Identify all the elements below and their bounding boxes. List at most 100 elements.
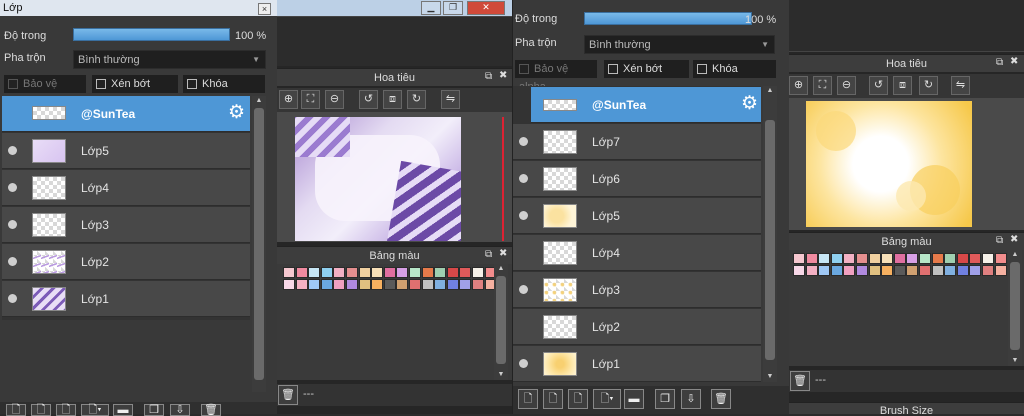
- lock-checkbox[interactable]: Khóa: [693, 60, 776, 78]
- flip-horizontal-icon[interactable]: ⇋: [441, 90, 460, 109]
- trash-icon[interactable]: 🗑: [201, 404, 221, 416]
- fit-screen-icon[interactable]: ⛶: [813, 76, 832, 95]
- color-swatch[interactable]: [396, 279, 409, 290]
- color-swatch[interactable]: [982, 253, 994, 264]
- color-swatch[interactable]: [793, 265, 805, 276]
- undock-icon[interactable]: ⧉: [996, 235, 1003, 246]
- zoom-in-icon[interactable]: ⊕: [279, 90, 298, 109]
- color-swatch[interactable]: [472, 279, 484, 290]
- opacity-slider[interactable]: [73, 28, 230, 41]
- color-swatch[interactable]: [856, 253, 868, 264]
- color-swatch[interactable]: [358, 279, 371, 290]
- zoom-out-icon[interactable]: ⊖: [837, 76, 856, 95]
- color-swatch[interactable]: [346, 267, 358, 278]
- palette-scrollbar[interactable]: ▲ ▼: [1008, 250, 1022, 366]
- layer-row[interactable]: Lớp3: [2, 207, 250, 243]
- color-swatch[interactable]: [295, 279, 308, 290]
- layer-row[interactable]: Lớp2: [2, 244, 250, 280]
- color-swatch[interactable]: [358, 267, 371, 278]
- reset-view-icon[interactable]: ⧈: [383, 90, 402, 109]
- color-swatch[interactable]: [856, 265, 868, 276]
- scroll-up-icon[interactable]: ▲: [494, 264, 508, 274]
- color-swatch[interactable]: [881, 265, 894, 276]
- color-swatch[interactable]: [868, 253, 881, 264]
- clipping-checkbox[interactable]: Xén bớt: [92, 75, 178, 93]
- color-swatch[interactable]: [906, 253, 919, 264]
- color-swatch[interactable]: [906, 265, 919, 276]
- color-swatch[interactable]: [969, 253, 982, 264]
- layer-row[interactable]: Lớp3: [513, 272, 761, 308]
- duplicate-layer-button[interactable]: ❐: [655, 389, 675, 409]
- zoom-out-icon[interactable]: ⊖: [325, 90, 344, 109]
- rotate-right-icon[interactable]: ↻: [919, 76, 938, 95]
- undock-icon[interactable]: ⧉: [996, 57, 1003, 68]
- layer-row[interactable]: @SunTea ⚙: [2, 96, 250, 132]
- layer-row[interactable]: Lớp4: [2, 170, 250, 206]
- color-swatch[interactable]: [459, 279, 472, 290]
- color-swatch[interactable]: [308, 267, 321, 278]
- blend-mode-select[interactable]: Bình thường ▼: [584, 35, 775, 54]
- scroll-thumb[interactable]: [1010, 262, 1020, 350]
- color-swatch[interactable]: [283, 279, 295, 290]
- add-layer-menu-button[interactable]: 🗋▾: [593, 389, 621, 409]
- fit-screen-icon[interactable]: ⛶: [301, 90, 320, 109]
- palette-scrollbar[interactable]: ▲ ▼: [494, 264, 508, 380]
- protect-alpha-checkbox[interactable]: Bảo vệ alpha: [4, 75, 86, 108]
- layer-scrollbar[interactable]: ▲: [252, 96, 266, 392]
- color-swatch[interactable]: [818, 265, 831, 276]
- canvas-preview[interactable]: [295, 117, 461, 241]
- visibility-icon[interactable]: [8, 183, 17, 192]
- new-layer-button[interactable]: 🗋: [568, 389, 588, 409]
- color-swatch[interactable]: [421, 279, 434, 290]
- color-swatch[interactable]: [283, 267, 295, 278]
- color-swatch[interactable]: [320, 267, 333, 278]
- canvas-preview[interactable]: [806, 101, 972, 227]
- trash-icon[interactable]: 🗑: [278, 385, 298, 405]
- color-swatch[interactable]: [434, 279, 447, 290]
- rotate-left-icon[interactable]: ↺: [869, 76, 888, 95]
- close-window-button[interactable]: ✕: [467, 1, 505, 15]
- color-swatch[interactable]: [830, 253, 843, 264]
- new-layer-button[interactable]: 🗋: [56, 404, 76, 416]
- visibility-icon[interactable]: [519, 137, 528, 146]
- visibility-icon[interactable]: [519, 359, 528, 368]
- color-swatch[interactable]: [919, 265, 931, 276]
- color-swatch[interactable]: [843, 265, 856, 276]
- color-swatch[interactable]: [881, 253, 894, 264]
- merge-layer-button[interactable]: ⇩: [170, 404, 190, 416]
- color-swatch[interactable]: [805, 265, 818, 276]
- color-swatch[interactable]: [818, 253, 831, 264]
- new-layer-button[interactable]: 🗋: [518, 389, 538, 409]
- close-icon[interactable]: ✖: [499, 70, 507, 81]
- color-swatch[interactable]: [333, 267, 346, 278]
- color-swatch[interactable]: [371, 279, 384, 290]
- color-swatch[interactable]: [793, 253, 805, 264]
- clipping-checkbox[interactable]: Xén bớt: [604, 60, 689, 78]
- scroll-down-icon[interactable]: ▼: [1008, 356, 1022, 366]
- color-swatch[interactable]: [805, 253, 818, 264]
- blend-mode-select[interactable]: Bình thường ▼: [73, 50, 266, 69]
- color-swatch[interactable]: [396, 267, 409, 278]
- color-swatch[interactable]: [868, 265, 881, 276]
- color-swatch[interactable]: [383, 267, 396, 278]
- visibility-icon[interactable]: [8, 257, 17, 266]
- visibility-icon[interactable]: [519, 174, 528, 183]
- layer-row[interactable]: Lớp7: [513, 124, 761, 160]
- layer-row[interactable]: Lớp5: [2, 133, 250, 169]
- layer-row[interactable]: Lớp5: [513, 198, 761, 234]
- layer-row[interactable]: Lớp1: [513, 346, 761, 382]
- layer-row[interactable]: Lớp1: [2, 281, 250, 317]
- visibility-icon[interactable]: [8, 146, 17, 155]
- color-swatch[interactable]: [295, 267, 308, 278]
- color-swatch[interactable]: [830, 265, 843, 276]
- protect-alpha-checkbox[interactable]: Bảo vệ alpha: [515, 60, 597, 93]
- color-swatch[interactable]: [409, 279, 421, 290]
- undock-icon[interactable]: ⧉: [485, 249, 492, 260]
- layer-scrollbar[interactable]: ▲ ▼: [763, 86, 777, 382]
- color-swatch[interactable]: [944, 253, 957, 264]
- scroll-up-icon[interactable]: ▲: [1008, 250, 1022, 260]
- color-swatch[interactable]: [346, 279, 358, 290]
- restore-button[interactable]: ❐: [443, 1, 463, 15]
- color-swatch[interactable]: [421, 267, 434, 278]
- color-swatch[interactable]: [956, 253, 969, 264]
